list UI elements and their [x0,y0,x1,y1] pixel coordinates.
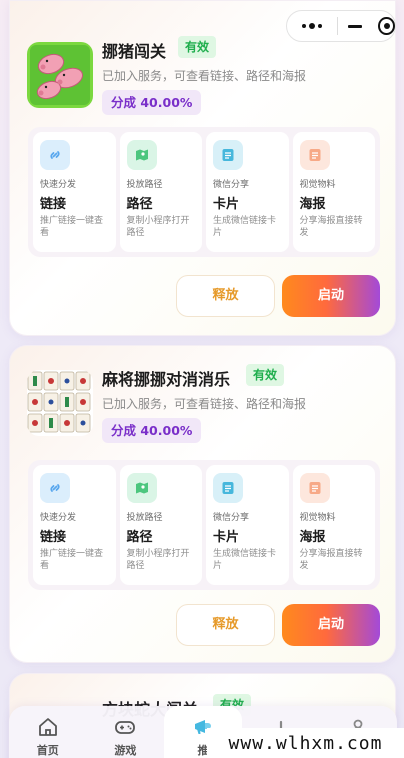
tool-name: 卡片 [213,197,240,212]
more-icon[interactable] [287,23,337,29]
tool-sub: 分享海报直接转发 [299,216,363,238]
tool-sub: 推广链接一键查看 [40,549,104,571]
commission-tag: 分成 40.00% [102,90,202,115]
watermark-text: www.wlhxm.com [207,728,404,758]
tool-poster[interactable]: 视觉物料 海报 分享海报直接转发 [292,465,375,585]
game-title: 挪猪闯关 [102,42,167,61]
tool-poster[interactable]: 视觉物料 海报 分享海报直接转发 [292,132,375,252]
tool-category: 投放路径 [126,513,163,523]
tab-games[interactable]: 游戏 [87,706,165,758]
tool-card[interactable]: 微信分享 卡片 生成微信链接卡片 [206,465,289,585]
mahjong-game-icon [27,370,93,436]
link-icon [40,473,70,503]
commission-tag: 分成 40.00% [102,418,202,443]
close-target-icon[interactable] [378,17,396,35]
tool-sub: 生成微信链接卡片 [213,549,277,571]
tab-home[interactable]: 首页 [9,706,87,758]
poster-icon [299,473,330,503]
tab-label: 首页 [36,744,59,757]
tool-path[interactable]: 投放路径 路径 复制小程序打开路径 [119,465,202,585]
home-icon [38,718,57,736]
status-badge: 有效 [246,364,285,386]
tool-sub: 生成微信链接卡片 [213,216,277,238]
start-button[interactable]: 启动 [282,275,380,317]
map-icon [126,473,157,503]
tool-category: 快速分发 [40,180,77,190]
card-icon [213,473,243,503]
capsule-divider [336,17,338,35]
game-card: 挪猪闯关 有效 已加入服务，可查看链接、路径和海报 分成 40.00% 快速分发… [9,0,396,336]
release-button[interactable]: 释放 [176,604,275,646]
tool-sub: 分享海报直接转发 [299,549,363,571]
tool-category: 投放路径 [126,180,163,190]
release-button[interactable]: 释放 [176,275,275,317]
poster-icon [299,140,330,170]
map-icon [126,140,157,170]
tool-path[interactable]: 投放路径 路径 复制小程序打开路径 [119,132,202,252]
tool-category: 视觉物料 [299,180,336,190]
minimize-icon[interactable] [347,24,363,28]
service-description: 已加入服务，可查看链接、路径和海报 [102,397,307,411]
tool-card[interactable]: 微信分享 卡片 生成微信链接卡片 [206,132,289,252]
tool-name: 卡片 [213,530,240,545]
tool-link[interactable]: 快速分发 链接 推广链接一键查看 [33,132,116,252]
tool-name: 海报 [299,530,326,545]
tool-category: 视觉物料 [299,513,336,523]
tool-name: 链接 [40,530,67,545]
tool-sub: 复制小程序打开路径 [126,216,190,238]
tool-name: 海报 [299,197,326,212]
gamepad-icon [115,721,136,734]
game-title: 麻将挪挪对消消乐 [102,370,231,389]
tool-category: 快速分发 [40,513,77,523]
service-description: 已加入服务，可查看链接、路径和海报 [102,69,307,83]
start-button[interactable]: 启动 [282,604,380,646]
tool-grid: 快速分发 链接 推广链接一键查看 投放路径 路径 复制小程序打开路径 微信分享 … [28,460,380,590]
tool-category: 微信分享 [213,513,250,523]
tab-label: 游戏 [114,744,137,757]
tool-grid: 快速分发 链接 推广链接一键查看 投放路径 路径 复制小程序打开路径 微信分享 … [28,127,380,257]
tool-name: 链接 [40,197,67,212]
link-icon [40,140,70,170]
status-badge: 有效 [178,36,217,58]
pig-game-icon [27,42,93,108]
tool-category: 微信分享 [213,180,250,190]
game-card: 麻将挪挪对消消乐 有效 已加入服务，可查看链接、路径和海报 分成 40.00% … [9,345,396,663]
tool-sub: 复制小程序打开路径 [126,549,190,571]
miniprogram-capsule [286,10,396,42]
tool-name: 路径 [126,197,153,212]
tool-sub: 推广链接一键查看 [40,216,104,238]
tool-link[interactable]: 快速分发 链接 推广链接一键查看 [33,465,116,585]
card-icon [213,140,243,170]
tool-name: 路径 [126,530,153,545]
